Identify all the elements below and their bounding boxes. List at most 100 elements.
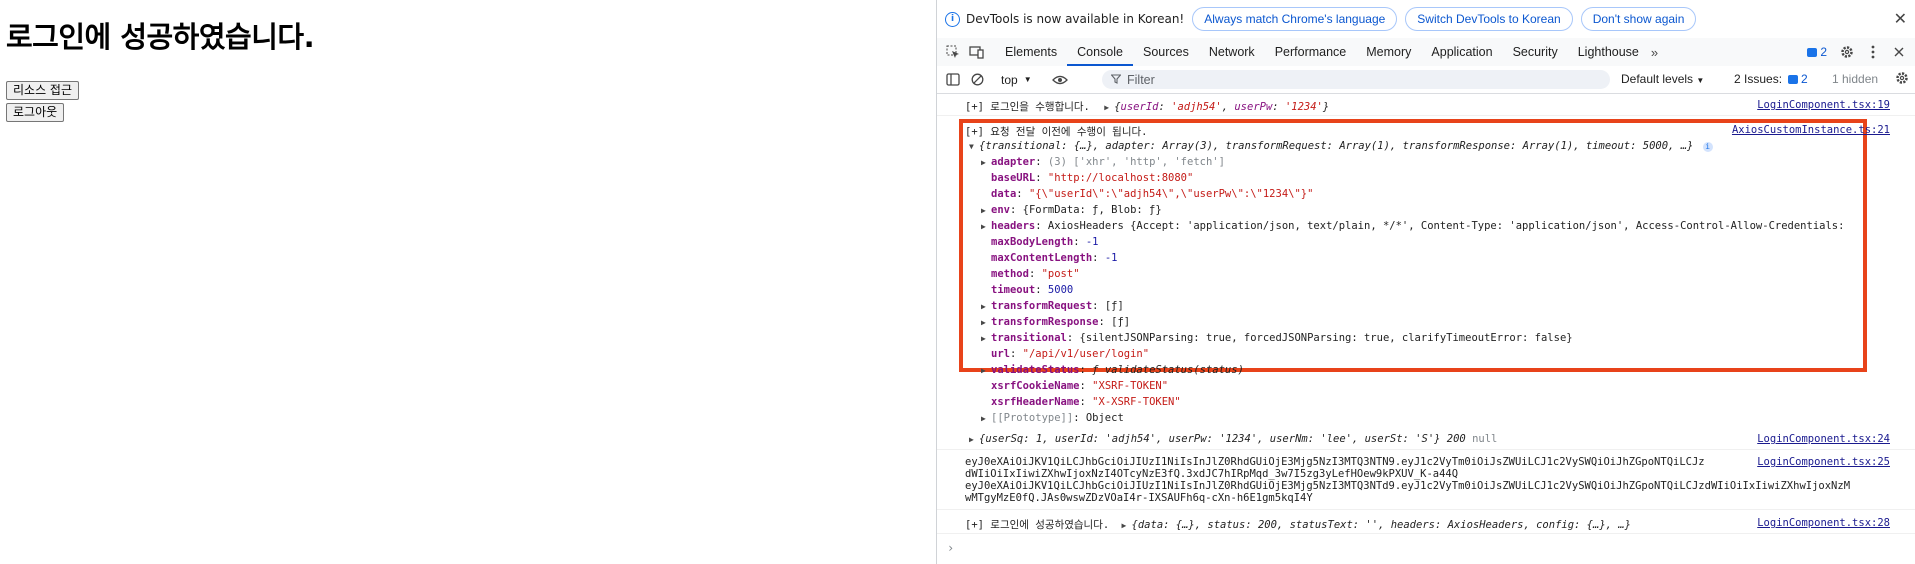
app-page: 로그인에 성공하였습니다. 리소스 접근 로그아웃 xyxy=(0,0,936,564)
prop-transformrequest[interactable]: ▶ transformRequest: [ƒ] xyxy=(981,300,1915,312)
prop-prototype[interactable]: ▶ [[Prototype]]: Object xyxy=(981,412,1915,424)
log-text: [+] 로그인에 성공하였습니다. xyxy=(965,519,1110,531)
close-devtools-icon[interactable] xyxy=(1891,44,1907,60)
resource-access-button[interactable]: 리소스 접근 xyxy=(6,81,80,100)
prop-maxcontentlength: maxContentLength: -1 xyxy=(991,252,1118,264)
expand-triangle-icon[interactable]: ▶ xyxy=(981,334,991,343)
prop-xsrfheadername: xsrfHeaderName: "X-XSRF-TOKEN" xyxy=(991,396,1181,408)
logout-button[interactable]: 로그아웃 xyxy=(6,103,65,122)
clear-console-icon[interactable] xyxy=(969,72,985,88)
console-settings-icon[interactable] xyxy=(1895,71,1909,88)
infobar-message: DevTools is now available in Korean! xyxy=(966,12,1185,26)
tab-lighthouse[interactable]: Lighthouse xyxy=(1568,38,1649,66)
language-infobar: i DevTools is now available in Korean! A… xyxy=(937,0,1915,39)
log-null: null xyxy=(1472,433,1498,445)
prop-baseurl: baseURL: "http://localhost:8080" xyxy=(991,172,1194,184)
expand-triangle-icon[interactable]: ▶ xyxy=(1104,103,1114,112)
issues-count: 2 xyxy=(1801,72,1808,86)
expand-triangle-icon[interactable]: ▶ xyxy=(981,318,991,327)
log-separator xyxy=(937,509,1915,510)
filter-placeholder: Filter xyxy=(1127,72,1155,87)
source-link[interactable]: AxiosCustomInstance.ts:21 xyxy=(1732,124,1890,136)
switch-to-korean-button[interactable]: Switch DevTools to Korean xyxy=(1405,7,1573,31)
issues-badge[interactable]: 2 xyxy=(1807,45,1827,59)
issue-icon xyxy=(1788,74,1799,84)
prop-maxbodylength: maxBodyLength: -1 xyxy=(991,236,1099,248)
always-match-language-button[interactable]: Always match Chrome's language xyxy=(1192,7,1398,31)
issue-icon xyxy=(1807,47,1818,57)
log-text: {userSq: 1, userId: 'adjh54', userPw: '1… xyxy=(979,433,1466,445)
log-text: [+] 요청 전달 이전에 수행이 됩니다. xyxy=(965,126,1148,138)
console-prompt[interactable]: › xyxy=(947,541,954,555)
expand-triangle-icon[interactable]: ▶ xyxy=(981,222,991,231)
tab-performance[interactable]: Performance xyxy=(1265,38,1357,66)
collapse-triangle-icon[interactable]: ▼ xyxy=(969,142,979,151)
more-tabs-icon[interactable]: » xyxy=(1651,45,1658,60)
context-selector[interactable]: top ▼ xyxy=(1001,73,1032,87)
issues-badge-count: 2 xyxy=(1820,45,1827,59)
info-icon: i xyxy=(1702,142,1713,152)
log-separator xyxy=(937,449,1915,450)
prop-transitional[interactable]: ▶ transitional: {silentJSONParsing: true,… xyxy=(981,332,1915,344)
expand-triangle-icon[interactable]: ▶ xyxy=(981,302,991,311)
chevron-down-icon: ▼ xyxy=(1696,76,1705,85)
prop-headers[interactable]: ▶ headers: AxiosHeaders {Accept: 'applica… xyxy=(981,220,1861,232)
expand-triangle-icon[interactable]: ▶ xyxy=(981,414,991,423)
tab-application[interactable]: Application xyxy=(1421,38,1502,66)
prop-transformresponse[interactable]: ▶ transformResponse: [ƒ] xyxy=(981,316,1915,328)
token-line-2b: wMTgyMzE0fQ.JAs0wswZDzVOaI4r-IXSAUFh6q-c… xyxy=(965,492,1313,504)
prop-validatestatus[interactable]: ▶ validateStatus: ƒ validateStatus(status… xyxy=(981,364,1915,376)
token-line-2: eyJ0eXAiOiJKV1QiLCJhbGciOiJIUzI1NiIsInJl… xyxy=(965,480,1851,492)
issues-counter[interactable]: 2 Issues: 2 xyxy=(1734,72,1808,86)
expand-triangle-icon[interactable]: ▶ xyxy=(981,206,991,215)
tab-network[interactable]: Network xyxy=(1199,38,1265,66)
console-toolbar: top ▼ Filter Default levels ▼ 2 Issues: 2 … xyxy=(937,66,1915,94)
context-label: top xyxy=(1001,72,1018,87)
token-line-1b: dWIiOiIxIiwiZXhwIjoxNzI4OTcyNzE3fQ.3xdJC… xyxy=(965,468,1459,480)
prop-adapter[interactable]: ▶ adapter: (3) ['xhr', 'http', 'fetch'] xyxy=(981,156,1915,168)
eye-icon[interactable] xyxy=(1051,72,1068,88)
prop-env[interactable]: ▶ env: {FormData: ƒ, Blob: ƒ} xyxy=(981,204,1915,216)
tab-sources[interactable]: Sources xyxy=(1133,38,1199,66)
config-summary[interactable]: ▼ {transitional: {…}, adapter: Array(3), … xyxy=(969,140,1915,152)
log-levels-dropdown[interactable]: Default levels ▼ xyxy=(1621,72,1704,86)
prop-data: data: "{\"userId\":\"adjh54\",\"userPw\"… xyxy=(991,188,1314,200)
filter-icon xyxy=(1110,73,1122,87)
config-summary-text: {transitional: {…}, adapter: Array(3), t… xyxy=(979,140,1694,152)
issues-label: 2 Issues: xyxy=(1734,72,1783,86)
device-toolbar-icon[interactable] xyxy=(969,44,985,60)
dont-show-again-button[interactable]: Don't show again xyxy=(1580,7,1697,31)
expand-triangle-icon[interactable]: ▶ xyxy=(981,158,991,167)
info-icon: i xyxy=(945,11,960,27)
tab-security[interactable]: Security xyxy=(1503,38,1568,66)
expand-triangle-icon[interactable]: ▶ xyxy=(969,435,979,444)
close-icon[interactable]: ✕ xyxy=(1894,9,1907,28)
log-object[interactable]: {userId: 'adjh54', userPw: '1234'} xyxy=(1114,101,1329,113)
levels-label: Default levels xyxy=(1621,72,1694,86)
prop-timeout: timeout: 5000 xyxy=(991,284,1074,296)
tab-elements[interactable]: Elements xyxy=(995,38,1067,66)
source-link[interactable]: LoginComponent.tsx:28 xyxy=(1757,517,1890,529)
log-separator xyxy=(937,533,1915,534)
expand-triangle-icon[interactable]: ▶ xyxy=(981,366,991,375)
filter-input[interactable]: Filter xyxy=(1102,70,1610,89)
log-separator xyxy=(937,115,1915,116)
gear-icon[interactable] xyxy=(1839,44,1855,60)
log-text: [+] 로그인을 수행합니다. xyxy=(965,101,1090,113)
prop-xsrfcookiename: xsrfCookieName: "XSRF-TOKEN" xyxy=(991,380,1169,392)
expand-triangle-icon[interactable]: ▶ xyxy=(1122,521,1132,530)
log-object[interactable]: {data: {…}, status: 200, statusText: '',… xyxy=(1132,519,1631,531)
kebab-menu-icon[interactable] xyxy=(1865,44,1881,60)
tabbar-right-controls: 2 xyxy=(1807,38,1915,66)
sidebar-toggle-icon[interactable] xyxy=(945,72,961,88)
source-link[interactable]: LoginComponent.tsx:19 xyxy=(1757,99,1890,111)
chevron-down-icon: ▼ xyxy=(1023,75,1032,84)
tab-memory[interactable]: Memory xyxy=(1356,38,1421,66)
source-link[interactable]: LoginComponent.tsx:24 xyxy=(1757,433,1890,445)
tab-console[interactable]: Console xyxy=(1067,38,1133,66)
hidden-count: 1 hidden xyxy=(1832,72,1879,86)
devtools-tabbar: Elements Console Sources Network Perform… xyxy=(937,38,1915,67)
inspect-element-icon[interactable] xyxy=(945,44,961,60)
prop-method: method: "post" xyxy=(991,268,1080,280)
source-link[interactable]: LoginComponent.tsx:25 xyxy=(1757,456,1890,468)
